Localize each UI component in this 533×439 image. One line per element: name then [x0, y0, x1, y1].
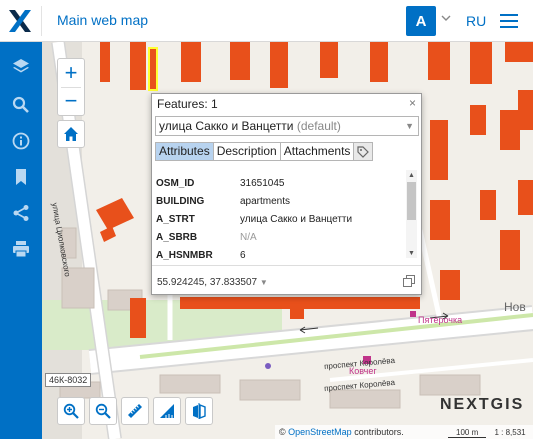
sidebar-item-layers[interactable] — [0, 50, 42, 84]
sidebar — [0, 42, 42, 439]
zoom-in-button[interactable]: + — [58, 59, 84, 87]
sidebar-item-info[interactable] — [0, 124, 42, 158]
attr-value: улица Сакко и Ванцетти — [240, 213, 353, 225]
attr-key: BUILDING — [156, 195, 205, 207]
swipe-icon — [193, 403, 206, 419]
attr-key: A_SBRB — [156, 231, 198, 243]
zoom-in-icon — [63, 403, 79, 419]
nextgis-wordmark: NEXTGIS — [440, 396, 525, 413]
osm-link[interactable]: OpenStreetMap — [288, 427, 352, 437]
attribution-prefix: © — [279, 427, 286, 437]
table-row: A_HSNMBR 6 — [156, 246, 402, 264]
feature-popup: Features: 1 × улица Сакко и Ванцетти (de… — [151, 93, 422, 295]
header-divider — [41, 6, 42, 36]
table-row: OSM_ID 31651045 — [156, 174, 402, 192]
attributes-scrollbar[interactable]: ▲ ▼ — [406, 170, 417, 258]
attr-value: apartments — [240, 195, 291, 207]
popup-tabs: Attributes Description Attachments — [155, 142, 374, 161]
chevron-down-icon: ▼ — [405, 121, 414, 131]
attr-value: 31651045 — [240, 177, 285, 189]
attribution-suffix: contributors. — [354, 427, 404, 437]
attr-key: A_STRT — [156, 213, 195, 225]
zoom-out-button[interactable]: − — [58, 87, 84, 115]
initial-extent-button[interactable] — [57, 120, 85, 148]
search-icon — [12, 96, 29, 113]
share-icon — [13, 205, 29, 221]
layers-icon — [13, 59, 29, 73]
attributes-table: OSM_ID 31651045 BUILDING apartments A_ST… — [156, 174, 402, 264]
popup-divider — [152, 265, 421, 266]
table-row: BUILDING apartments — [156, 192, 402, 210]
tab-attachments[interactable]: Attachments — [280, 143, 355, 160]
attr-value: 6 — [240, 249, 246, 261]
user-avatar-button[interactable]: A — [406, 6, 436, 36]
close-icon[interactable]: × — [409, 96, 416, 110]
map-toolbar — [57, 397, 213, 427]
tab-attributes[interactable]: Attributes — [156, 143, 214, 160]
sidebar-item-share[interactable] — [0, 196, 42, 230]
coordinates-readout[interactable]: 55.924245, 37.833507 ▼ — [157, 277, 268, 288]
hamburger-icon[interactable] — [500, 13, 518, 29]
table-row: A_STRT улица Сакко и Ванцетти — [156, 210, 402, 228]
scale-distance: 100 m — [448, 428, 487, 438]
info-icon — [12, 132, 30, 150]
chevron-down-icon[interactable]: ▼ — [260, 278, 268, 287]
area-measure-icon — [160, 404, 174, 418]
table-row: A_SBRB N/A — [156, 228, 402, 246]
bookmark-icon — [16, 169, 26, 185]
language-switch[interactable]: RU — [466, 13, 486, 29]
print-icon — [13, 241, 29, 258]
nextgis-logo-icon[interactable] — [7, 8, 33, 34]
webmap-title: Main web map — [57, 12, 149, 28]
popup-title: Features: 1 — [157, 97, 218, 111]
attr-key: OSM_ID — [156, 177, 195, 189]
tab-extra[interactable] — [354, 143, 373, 160]
scroll-down-icon[interactable]: ▼ — [406, 248, 417, 258]
scale-bar: 100 m 1 : 8,531 — [448, 428, 526, 438]
scroll-thumb[interactable] — [407, 182, 416, 220]
tag-icon — [357, 145, 370, 158]
sidebar-item-search[interactable] — [0, 88, 42, 122]
zoom-out-icon — [95, 403, 111, 419]
copy-icon[interactable] — [403, 275, 415, 287]
feature-select[interactable]: улица Сакко и Ванцетти (default) ▼ — [155, 116, 419, 136]
ruler-icon — [128, 404, 142, 418]
sidebar-item-bookmarks[interactable] — [0, 160, 42, 194]
chevron-down-icon[interactable] — [441, 13, 451, 23]
zoom-in-box-button[interactable] — [57, 397, 85, 425]
home-icon — [64, 127, 78, 141]
attr-key: A_HSNMBR — [156, 249, 213, 261]
zoom-out-box-button[interactable] — [89, 397, 117, 425]
scroll-up-icon[interactable]: ▲ — [406, 170, 417, 180]
zoom-control: + − — [57, 58, 85, 116]
tab-description[interactable]: Description — [213, 143, 281, 160]
attr-value: N/A — [240, 231, 257, 243]
area-label-fragment: Нов — [504, 300, 526, 314]
feature-layer-suffix: (default) — [296, 119, 341, 133]
scale-ratio: 1 : 8,531 — [494, 428, 526, 437]
measure-area-button[interactable] — [153, 397, 181, 425]
sidebar-item-print[interactable] — [0, 232, 42, 266]
top-bar: Main web map A RU — [0, 0, 533, 42]
poi-kovcheg[interactable]: Ковчег — [349, 366, 377, 376]
measure-distance-button[interactable] — [121, 397, 149, 425]
coordinates-value: 55.924245, 37.833507 — [157, 277, 258, 288]
poi-pyaterochka[interactable]: Пятёрочка — [418, 315, 462, 325]
road-number-badge: 46К-8032 — [45, 373, 92, 387]
swipe-layer-button[interactable] — [185, 397, 213, 425]
feature-name: улица Сакко и Ванцетти — [159, 119, 294, 133]
